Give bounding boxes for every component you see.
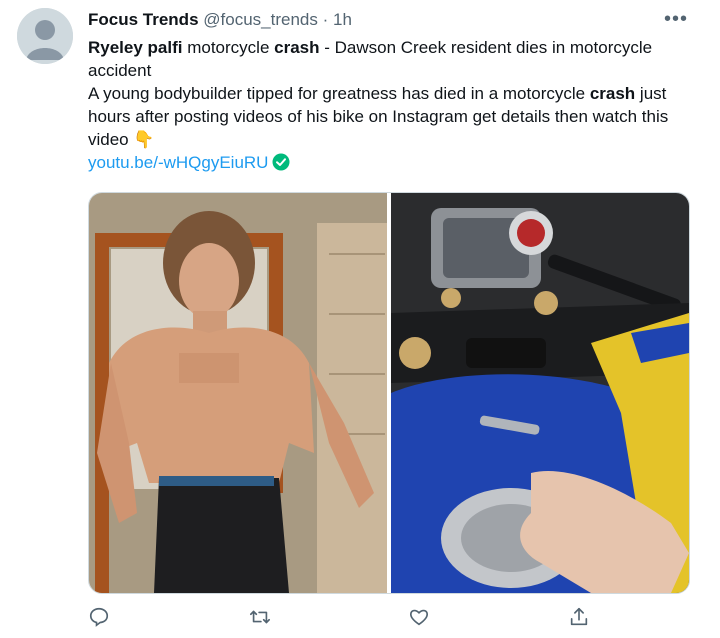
media-grid [88,192,690,594]
more-options-icon[interactable]: ••• [664,8,688,31]
body-text: A young bodybuilder tipped for greatness… [88,84,590,103]
body-line: A young bodybuilder tipped for greatness… [88,82,698,151]
link-line: youtu.be/-wHQgyEiuRU [88,151,698,174]
bodybuilder-photo[interactable] [89,193,387,593]
video-link[interactable]: youtu.be/-wHQgyEiuRU [88,153,268,172]
bodybuilder-image [89,193,387,593]
headline-bold-name: Ryeley palfi [88,38,183,57]
share-icon[interactable] [568,606,594,630]
author-handle[interactable]: @focus_trends [203,10,318,29]
tweet-text: Ryeley palfi motorcycle crash - Dawson C… [88,36,698,174]
tweet-actions [88,606,688,632]
headline-bold-crash: crash [274,38,320,57]
author-name[interactable]: Focus Trends [88,10,199,29]
default-avatar-icon [17,8,73,64]
body-bold-crash: crash [589,84,636,103]
headline-line: Ryeley palfi motorcycle crash - Dawson C… [88,36,698,82]
retweet-icon[interactable] [248,606,274,630]
pointing-down-emoji: 👇 [133,130,155,149]
separator-dot: · [322,10,329,29]
tweet-header: Focus Trends @focus_trends · 1h [88,10,352,30]
motorcycle-image [391,193,689,593]
timestamp[interactable]: 1h [333,10,352,29]
avatar[interactable] [17,8,73,64]
like-icon[interactable] [408,606,434,630]
motorcycle-tank-photo[interactable] [391,193,689,593]
reply-icon[interactable] [88,606,114,630]
headline-text: motorcycle [182,38,275,57]
verified-check-icon [272,153,290,171]
